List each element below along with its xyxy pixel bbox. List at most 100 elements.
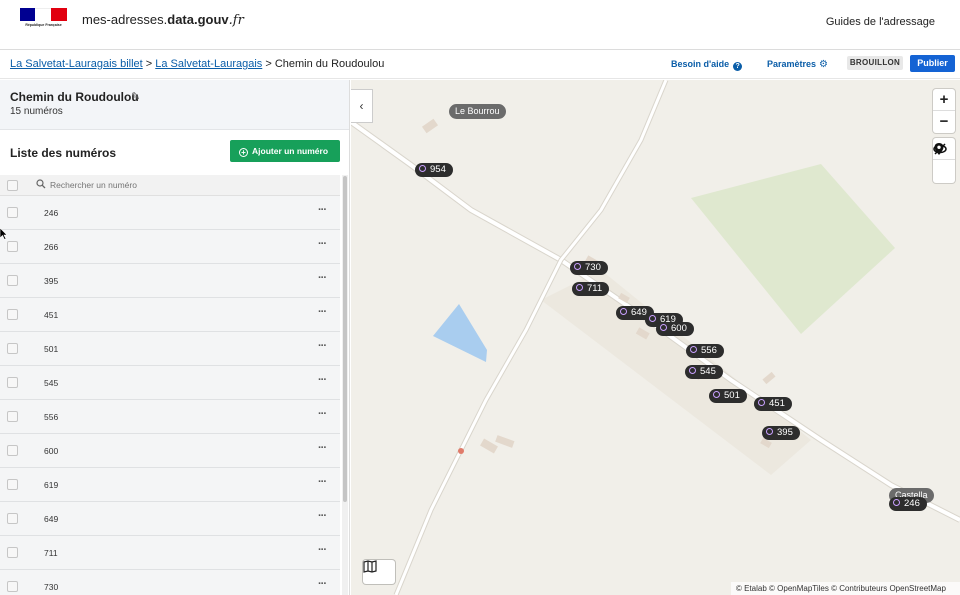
more-icon[interactable]: ···	[318, 578, 327, 590]
table-row[interactable]: 501 ···	[0, 332, 340, 366]
breadcrumb-current: Chemin du Roudoulou	[274, 58, 385, 70]
table-row[interactable]: 711 ···	[0, 536, 340, 570]
toolbar: La Salvetat-Lauragais billet > La Salvet…	[0, 50, 960, 79]
more-icon[interactable]: ···	[318, 272, 327, 284]
row-checkbox[interactable]	[7, 309, 18, 320]
more-icon[interactable]: ···	[318, 476, 327, 488]
marker-label: 556	[701, 345, 717, 356]
address-marker[interactable]: 451	[754, 397, 792, 411]
map-style-button[interactable]	[363, 560, 395, 584]
row-number: 649	[44, 514, 59, 524]
row-checkbox[interactable]	[7, 411, 18, 422]
marker-ring-icon	[574, 263, 581, 270]
zoom-control: + −	[933, 89, 955, 133]
zoom-in-button[interactable]: +	[933, 89, 955, 111]
address-marker[interactable]: 545	[685, 365, 723, 379]
help-button[interactable]: Besoin d'aide?	[671, 59, 743, 71]
more-icon[interactable]: ···	[318, 510, 327, 522]
row-checkbox[interactable]	[7, 445, 18, 456]
settings-label: Paramètres	[767, 59, 817, 69]
field-area	[691, 164, 895, 334]
settings-button[interactable]: Paramètres ⚙	[767, 59, 828, 70]
more-icon[interactable]: ···	[318, 544, 327, 556]
address-marker[interactable]: 395	[762, 426, 800, 440]
numbers-table: 246 ··· 266 ··· 395 ··· 451 ··· 501 ··· …	[0, 175, 340, 595]
add-number-button[interactable]: + Ajouter un numéro	[230, 140, 340, 162]
collapse-panel-button[interactable]: ‹	[351, 89, 373, 123]
scrollbar-thumb[interactable]	[343, 176, 347, 502]
table-row[interactable]: 246 ···	[0, 196, 340, 230]
government-logo[interactable]: République Française	[20, 8, 67, 40]
row-checkbox[interactable]	[7, 343, 18, 354]
marker-ring-icon	[576, 284, 583, 291]
more-icon[interactable]: ···	[318, 306, 327, 318]
row-number: 395	[44, 276, 59, 286]
breadcrumb-commune-billet[interactable]: La Salvetat-Lauragais billet	[10, 58, 143, 70]
place-label: Le Bourrou	[449, 104, 506, 119]
select-all-checkbox[interactable]	[7, 180, 18, 191]
water-area	[433, 304, 487, 362]
zoom-out-button[interactable]: −	[933, 111, 955, 133]
row-number: 246	[44, 208, 59, 218]
row-checkbox[interactable]	[7, 241, 18, 252]
address-marker[interactable]: 711	[572, 282, 610, 296]
marker-ring-icon	[649, 315, 656, 322]
more-icon[interactable]: ···	[318, 238, 327, 250]
table-row[interactable]: 451 ···	[0, 298, 340, 332]
table-row[interactable]: 395 ···	[0, 264, 340, 298]
more-icon[interactable]: ···	[318, 204, 327, 216]
street-header: Chemin du Roudoulou ✎ 15 numéros	[0, 80, 349, 130]
guides-link[interactable]: Guides de l'adressage	[826, 16, 935, 28]
question-circle-icon: ?	[733, 62, 743, 71]
breadcrumb: La Salvetat-Lauragais billet > La Salvet…	[10, 58, 384, 70]
table-row[interactable]: 266 ···	[0, 230, 340, 264]
address-marker[interactable]: 954	[415, 163, 453, 177]
row-checkbox[interactable]	[7, 547, 18, 558]
marker-ring-icon	[758, 399, 765, 406]
list-title: Liste des numéros	[10, 146, 117, 160]
map[interactable]: ‹ + − Le Bourrou Castella 954 730 711 64…	[351, 80, 960, 595]
address-marker[interactable]: 730	[570, 261, 608, 275]
address-marker[interactable]: 246	[889, 497, 927, 511]
breadcrumb-commune[interactable]: La Salvetat-Lauragais	[155, 58, 262, 70]
more-icon[interactable]: ···	[318, 442, 327, 454]
table-row[interactable]: 556 ···	[0, 400, 340, 434]
address-marker[interactable]: 556	[686, 344, 724, 358]
row-number: 266	[44, 242, 59, 252]
more-icon[interactable]: ···	[318, 374, 327, 386]
pencil-icon[interactable]: ✎	[131, 90, 140, 103]
row-checkbox[interactable]	[7, 479, 18, 490]
site-name[interactable]: mes-adresses.data.gouv.fr	[82, 12, 244, 28]
mouse-cursor-icon	[0, 228, 8, 240]
table-row[interactable]: 545 ···	[0, 366, 340, 400]
address-marker[interactable]: 600	[656, 322, 694, 336]
map-attribution: © Etalab © OpenMapTiles © Contributeurs …	[731, 582, 960, 595]
marker-label: 600	[671, 323, 687, 334]
location-pin-icon[interactable]	[933, 143, 955, 182]
marker-ring-icon	[660, 324, 667, 331]
table-row[interactable]: 649 ···	[0, 502, 340, 536]
row-checkbox[interactable]	[7, 207, 18, 218]
row-number: 451	[44, 310, 59, 320]
more-icon[interactable]: ···	[318, 408, 327, 420]
row-checkbox[interactable]	[7, 275, 18, 286]
row-number: 730	[44, 582, 59, 592]
address-marker[interactable]: 501	[709, 389, 747, 403]
marker-label: 730	[585, 262, 601, 273]
table-row[interactable]: 619 ···	[0, 468, 340, 502]
add-number-label: Ajouter un numéro	[252, 146, 329, 156]
row-checkbox[interactable]	[7, 513, 18, 524]
more-icon[interactable]: ···	[318, 340, 327, 352]
map-tools	[933, 138, 955, 183]
table-row[interactable]: 730 ···	[0, 570, 340, 595]
search-input[interactable]	[50, 178, 250, 192]
logo-text: République Française	[25, 23, 62, 27]
table-row[interactable]: 600 ···	[0, 434, 340, 468]
help-label: Besoin d'aide	[671, 59, 730, 69]
breadcrumb-separator: >	[265, 58, 272, 70]
row-checkbox[interactable]	[7, 581, 18, 592]
marker-label: 649	[631, 307, 647, 318]
marker-ring-icon	[766, 428, 773, 435]
row-checkbox[interactable]	[7, 377, 18, 388]
publish-button[interactable]: Publier	[910, 55, 955, 72]
